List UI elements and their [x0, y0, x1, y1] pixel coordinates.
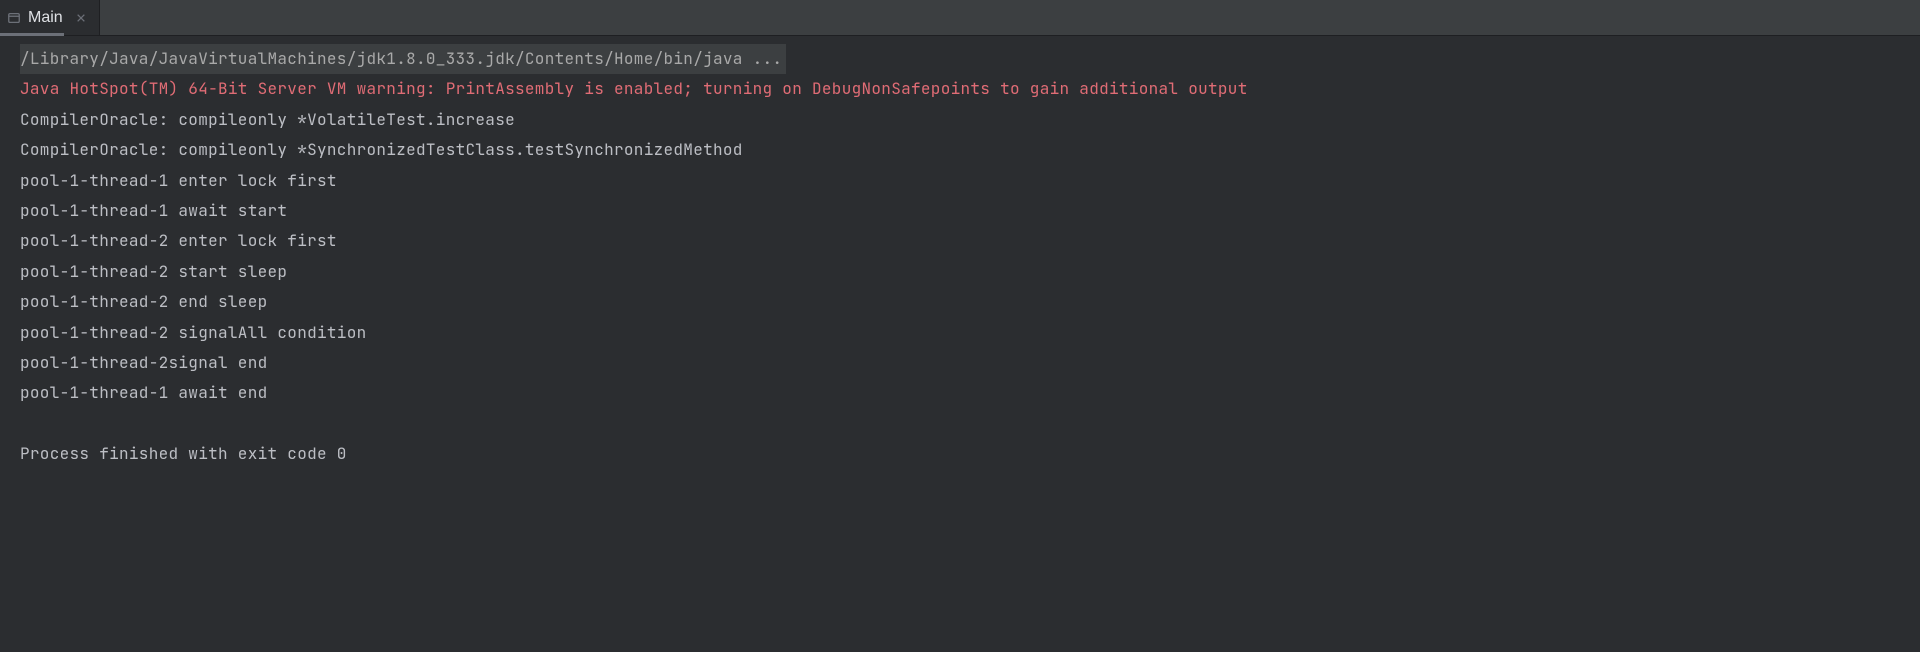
console-line: pool-1-thread-1 await end — [20, 378, 1920, 408]
console-blank-line — [20, 409, 1920, 439]
console-line: CompilerOracle: compileonly *Synchronize… — [20, 135, 1920, 165]
close-icon[interactable] — [73, 10, 89, 26]
console-output[interactable]: /Library/Java/JavaVirtualMachines/jdk1.8… — [0, 36, 1920, 469]
console-line: pool-1-thread-1 enter lock first — [20, 166, 1920, 196]
console-exit-line: Process finished with exit code 0 — [20, 439, 1920, 469]
console-line: pool-1-thread-2 enter lock first — [20, 226, 1920, 256]
tab-label: Main — [28, 9, 63, 27]
console-line: CompilerOracle: compileonly *VolatileTes… — [20, 105, 1920, 135]
console-line: pool-1-thread-2 signalAll condition — [20, 318, 1920, 348]
console-line: pool-1-thread-2 start sleep — [20, 257, 1920, 287]
console-command-line: /Library/Java/JavaVirtualMachines/jdk1.8… — [20, 44, 1920, 74]
tab-main[interactable]: Main — [0, 0, 100, 35]
console-line: pool-1-thread-2 end sleep — [20, 287, 1920, 317]
run-config-icon — [6, 10, 22, 26]
console-warning-line: Java HotSpot(TM) 64-Bit Server VM warnin… — [20, 74, 1920, 104]
console-line: pool-1-thread-2signal end — [20, 348, 1920, 378]
tab-bar: Main — [0, 0, 1920, 36]
console-line: pool-1-thread-1 await start — [20, 196, 1920, 226]
